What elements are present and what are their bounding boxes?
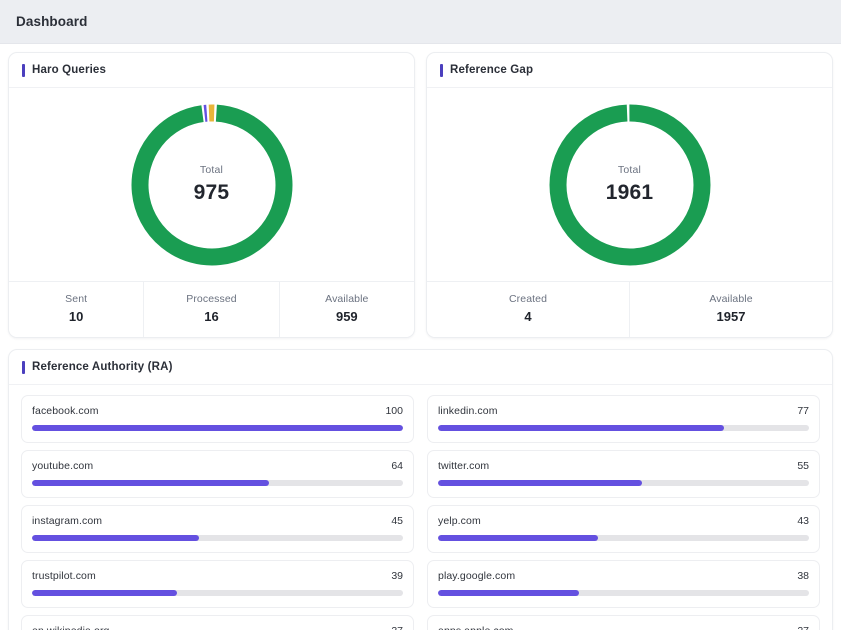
ra-progress-track	[438, 480, 809, 486]
ra-domain-label: trustpilot.com	[32, 570, 96, 582]
ra-domain-label: yelp.com	[438, 515, 481, 527]
ra-domain-label: twitter.com	[438, 460, 490, 472]
gap-donut-svg	[549, 104, 710, 265]
dashboard-page: Haro Queries Total 975 Sent 10 Processed…	[0, 44, 841, 630]
stat-available-value: 959	[335, 309, 358, 324]
ra-score-value: 100	[385, 405, 403, 417]
ra-item-head: twitter.com 55	[438, 460, 809, 472]
stat-created: Created 4	[427, 282, 630, 337]
ra-progress-fill	[32, 590, 177, 596]
ra-progress-fill	[32, 480, 270, 486]
page-title: Dashboard	[16, 14, 88, 29]
haro-queries-title: Haro Queries	[32, 64, 107, 76]
ra-item-head: youtube.com 64	[32, 460, 403, 472]
ra-item-head: play.google.com 38	[438, 570, 809, 582]
bar-indicator-icon	[22, 63, 25, 77]
ra-list-item[interactable]: yelp.com 43	[427, 505, 820, 553]
ra-progress-track	[32, 425, 403, 431]
top-cards-row: Haro Queries Total 975 Sent 10 Processed…	[8, 52, 833, 338]
ra-score-value: 77	[797, 405, 809, 417]
stat-processed-label: Processed	[186, 293, 237, 305]
stat-created-label: Created	[508, 293, 548, 305]
ra-progress-track	[438, 535, 809, 541]
ra-progress-track	[32, 590, 403, 596]
reference-gap-card-header: Reference Gap	[427, 53, 832, 88]
ra-domain-label: facebook.com	[32, 405, 99, 417]
ra-progress-fill	[438, 425, 724, 431]
ra-score-value: 43	[797, 515, 809, 527]
ra-item-head: yelp.com 43	[438, 515, 809, 527]
ra-domain-label: apps.apple.com	[438, 625, 514, 630]
ra-progress-track	[438, 590, 809, 596]
ra-score-value: 39	[391, 570, 403, 582]
ra-score-value: 37	[391, 625, 403, 630]
ra-list-item[interactable]: apps.apple.com 27	[427, 615, 820, 630]
ra-progress-fill	[438, 590, 579, 596]
haro-stats-row: Sent 10 Processed 16 Available 959	[9, 281, 414, 337]
stat-available: Available 959	[280, 282, 414, 337]
ra-item-head: en.wikipedia.org 37	[32, 625, 403, 630]
bar-indicator-icon	[22, 360, 25, 374]
stat-processed: Processed 16	[144, 282, 280, 337]
ra-list-item[interactable]: youtube.com 64	[21, 450, 414, 498]
ra-item-head: facebook.com 100	[32, 405, 403, 417]
haro-queries-card: Haro Queries Total 975 Sent 10 Processed…	[8, 52, 415, 338]
stat-gap-available: Available 1957	[630, 282, 832, 337]
ra-domain-label: linkedin.com	[438, 405, 498, 417]
haro-queries-donut-chart: Total 975	[9, 88, 414, 281]
ra-list-item[interactable]: facebook.com 100	[21, 395, 414, 443]
reference-authority-card-header: Reference Authority (RA)	[9, 350, 832, 385]
ra-list-item[interactable]: instagram.com 45	[21, 505, 414, 553]
ra-progress-fill	[438, 535, 598, 541]
top-bar: Dashboard	[0, 0, 841, 44]
ra-score-value: 38	[797, 570, 809, 582]
ra-domain-label: instagram.com	[32, 515, 103, 527]
ra-score-value: 64	[391, 460, 403, 472]
ra-domain-label: play.google.com	[438, 570, 516, 582]
reference-authority-title: Reference Authority (RA)	[32, 361, 173, 373]
ra-progress-fill	[32, 535, 199, 541]
ra-domain-label: youtube.com	[32, 460, 94, 472]
ra-list-item[interactable]: twitter.com 55	[427, 450, 820, 498]
ra-list-item[interactable]: linkedin.com 77	[427, 395, 820, 443]
stat-gap-available-value: 1957	[716, 309, 746, 324]
reference-gap-donut-chart: Total 1961	[427, 88, 832, 281]
reference-gap-stats-row: Created 4 Available 1957	[427, 281, 832, 337]
stat-gap-available-label: Available	[709, 293, 753, 305]
ra-item-head: linkedin.com 77	[438, 405, 809, 417]
ra-list-item[interactable]: en.wikipedia.org 37	[21, 615, 414, 630]
reference-authority-card: Reference Authority (RA) facebook.com 100…	[8, 349, 833, 630]
ra-progress-track	[32, 480, 403, 486]
stat-sent-label: Sent	[65, 293, 88, 305]
ra-score-value: 27	[797, 625, 809, 630]
stat-sent: Sent 10	[9, 282, 145, 337]
ra-progress-track	[438, 425, 809, 431]
ra-score-value: 55	[797, 460, 809, 472]
ra-progress-fill	[32, 425, 403, 431]
reference-authority-right-column: linkedin.com 77 twitter.com 55 yelp.com 43 pla…	[427, 395, 820, 630]
ra-item-head: apps.apple.com 27	[438, 625, 809, 630]
reference-authority-left-column: facebook.com 100 youtube.com 64 instagram.co…	[21, 395, 414, 630]
reference-authority-body: facebook.com 100 youtube.com 64 instagram.co…	[9, 385, 832, 630]
reference-gap-title: Reference Gap	[450, 64, 534, 76]
ra-domain-label: en.wikipedia.org	[32, 625, 109, 630]
ra-list-item[interactable]: trustpilot.com 39	[21, 560, 414, 608]
ra-list-item[interactable]: play.google.com 38	[427, 560, 820, 608]
ra-progress-track	[32, 535, 403, 541]
stat-available-label: Available	[325, 293, 369, 305]
reference-gap-card: Reference Gap Total 1961 Created 4 Avail…	[426, 52, 833, 338]
bar-indicator-icon	[440, 63, 443, 77]
haro-queries-card-header: Haro Queries	[9, 53, 414, 88]
ra-item-head: instagram.com 45	[32, 515, 403, 527]
haro-donut-svg	[131, 104, 292, 265]
ra-score-value: 45	[391, 515, 403, 527]
stat-created-value: 4	[524, 309, 532, 324]
ra-item-head: trustpilot.com 39	[32, 570, 403, 582]
stat-processed-value: 16	[204, 309, 219, 324]
stat-sent-value: 10	[68, 309, 84, 324]
ra-progress-fill	[438, 480, 643, 486]
